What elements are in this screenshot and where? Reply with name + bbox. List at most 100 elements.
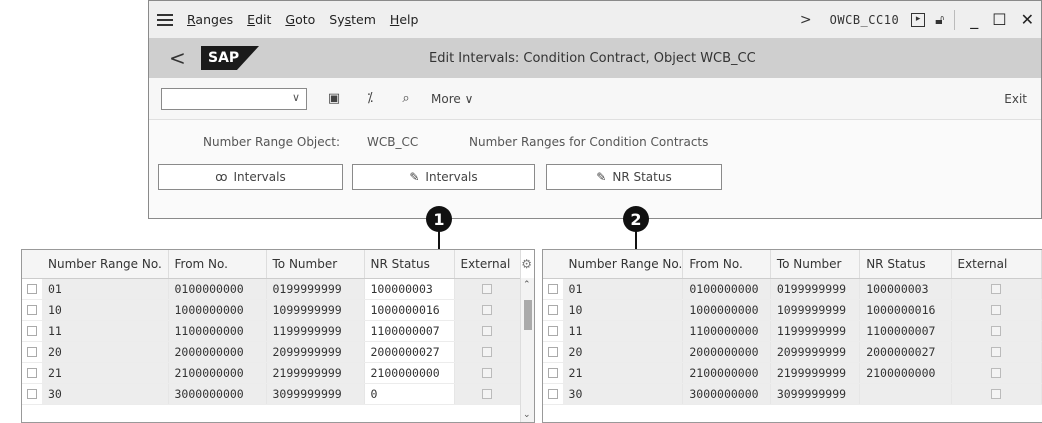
cell-external[interactable] (454, 362, 521, 384)
cell-external[interactable] (951, 320, 1042, 342)
hamburger-icon[interactable] (157, 13, 173, 26)
col-to-number[interactable]: To Number (266, 250, 365, 279)
select-all-header[interactable] (22, 250, 42, 279)
cell-nr-status (859, 383, 952, 405)
chevron-icon[interactable]: > (800, 12, 812, 28)
cell-external[interactable] (951, 362, 1042, 384)
table-row: 10 1000000000 1099999999 1000000016 (22, 299, 521, 321)
row-selector[interactable] (22, 299, 42, 321)
col-number-range[interactable]: Number Range No. (42, 250, 169, 279)
row-selector[interactable] (22, 278, 42, 300)
pencil-icon: ✎ (596, 170, 607, 184)
row-selector[interactable] (22, 320, 42, 342)
menu-system[interactable]: System (329, 12, 376, 27)
cell-nr-status: 1000000016 (859, 299, 952, 321)
cell-external[interactable] (951, 299, 1042, 321)
row-selector[interactable] (543, 320, 563, 342)
more-button[interactable]: More ∨ (431, 92, 473, 106)
row-selector[interactable] (22, 383, 42, 405)
separator (954, 9, 956, 30)
scroll-thumb[interactable] (524, 300, 532, 330)
cell-number-range: 10 (42, 299, 169, 321)
cell-to-number: 2099999999 (266, 341, 365, 363)
cell-external[interactable] (454, 383, 521, 405)
col-nr-status[interactable]: NR Status (859, 250, 952, 279)
col-nr-status[interactable]: NR Status (364, 250, 455, 279)
row-selector[interactable] (22, 362, 42, 384)
image-icon[interactable]: ▣ (325, 91, 343, 106)
chevron-down-icon[interactable]: ∨ (292, 91, 300, 104)
cell-number-range: 20 (42, 341, 169, 363)
row-selector[interactable] (22, 341, 42, 363)
menu-edit[interactable]: Edit (247, 12, 271, 27)
menu-help[interactable]: Help (390, 12, 419, 27)
cell-to-number: 1099999999 (266, 299, 365, 321)
cell-from-no: 1100000000 (682, 320, 771, 342)
cell-from-no: 1100000000 (168, 320, 267, 342)
wand-icon[interactable]: ⁒ (361, 91, 379, 106)
select-all-header[interactable] (543, 250, 563, 279)
col-external[interactable]: External (951, 250, 1042, 279)
row-selector[interactable] (543, 341, 563, 363)
cell-nr-status[interactable]: 1100000007 (364, 320, 455, 342)
row-selector[interactable] (543, 383, 563, 405)
row-selector[interactable] (543, 299, 563, 321)
cell-external[interactable] (454, 320, 521, 342)
scroll-down-icon[interactable]: ⌄ (523, 410, 531, 420)
callout-1: 1 (426, 206, 452, 232)
menu-ranges[interactable]: Ranges (187, 12, 233, 27)
nr-status-button[interactable]: ✎ NR Status (546, 164, 722, 190)
cell-external[interactable] (454, 278, 521, 300)
cell-from-no: 2100000000 (682, 362, 771, 384)
command-field[interactable]: ∨ (161, 87, 307, 110)
cell-to-number: 3099999999 (770, 383, 861, 405)
menu-goto[interactable]: Goto (285, 12, 315, 27)
cell-number-range: 11 (562, 320, 684, 342)
cell-external[interactable] (454, 299, 521, 321)
table-row: 21 2100000000 2199999999 2100000000 (22, 362, 521, 384)
cell-from-no: 1000000000 (682, 299, 771, 321)
sap-window: Ranges Edit Goto System Help > OWCB_CC10… (148, 0, 1042, 219)
cell-nr-status[interactable]: 100000003 (364, 278, 455, 300)
intervals-table-2: Number Range No. From No. To Number NR S… (542, 249, 1042, 423)
row-selector[interactable] (543, 278, 563, 300)
exit-button[interactable]: Exit (1004, 92, 1027, 106)
cell-external[interactable] (951, 383, 1042, 405)
nr-object-label: Number Range Object: (203, 135, 340, 149)
execute-icon[interactable]: ▸ (911, 12, 926, 27)
cell-external[interactable] (951, 341, 1042, 363)
cell-external[interactable] (454, 341, 521, 363)
nr-object-description: Number Ranges for Condition Contracts (469, 135, 709, 149)
scroll-up-icon[interactable]: ⌃ (523, 280, 531, 290)
cell-nr-status[interactable]: 1000000016 (364, 299, 455, 321)
col-from-no[interactable]: From No. (682, 250, 771, 279)
vertical-scrollbar[interactable]: ⌃ ⌄ (520, 278, 534, 422)
lock-icon[interactable]: 🔓︎ (935, 12, 944, 28)
find-icon[interactable]: ⌕ (397, 91, 415, 106)
cell-nr-status[interactable]: 0 (364, 383, 455, 405)
transaction-code: OWCB_CC10 (829, 12, 900, 27)
col-to-number[interactable]: To Number (770, 250, 861, 279)
close-icon[interactable]: ✕ (1021, 10, 1034, 29)
col-number-range[interactable]: Number Range No. (562, 250, 684, 279)
settings-icon[interactable]: ⚙ (521, 257, 532, 271)
cell-from-no: 2000000000 (168, 341, 267, 363)
cell-nr-status[interactable]: 2000000027 (364, 341, 455, 363)
cell-number-range: 21 (562, 362, 684, 384)
back-icon[interactable]: < (169, 46, 189, 70)
cell-external[interactable] (951, 278, 1042, 300)
cell-to-number: 2199999999 (770, 362, 861, 384)
menu-bar: Ranges Edit Goto System Help > OWCB_CC10… (149, 1, 1041, 38)
col-from-no[interactable]: From No. (168, 250, 267, 279)
maximize-icon[interactable]: ☐ (992, 10, 1006, 29)
display-intervals-button[interactable]: ꝏ Intervals (158, 164, 343, 190)
col-external[interactable]: External (454, 250, 521, 279)
minimize-icon[interactable]: _ (970, 10, 978, 29)
change-intervals-button[interactable]: ✎ Intervals (352, 164, 535, 190)
table-row: 30 3000000000 3099999999 (543, 383, 1042, 405)
sap-logo: SAP (201, 46, 259, 70)
cell-nr-status[interactable]: 2100000000 (364, 362, 455, 384)
cell-from-no: 3000000000 (682, 383, 771, 405)
command-input[interactable] (162, 88, 282, 109)
row-selector[interactable] (543, 362, 563, 384)
